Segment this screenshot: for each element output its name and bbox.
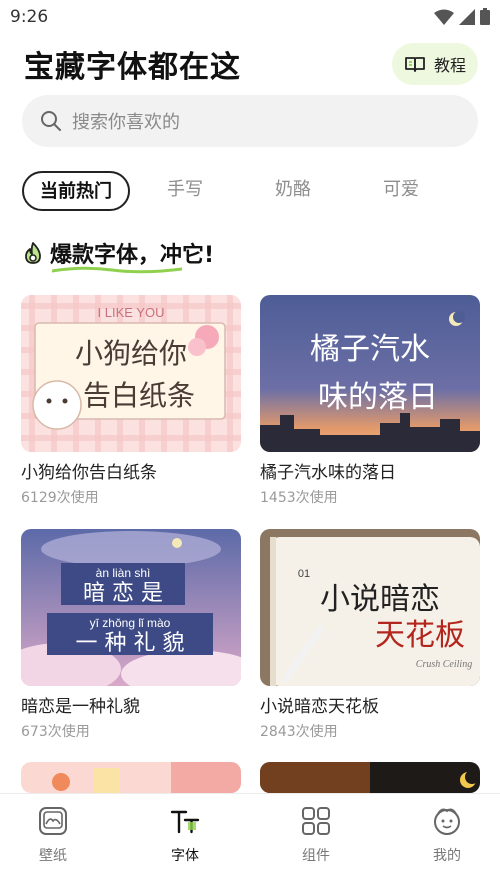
tab-cheese[interactable]: 奶酪	[256, 171, 330, 211]
font-icon	[170, 810, 200, 834]
font-card-title: 小狗给你告白纸条	[21, 463, 157, 483]
tab-cute[interactable]: 可爱	[364, 171, 438, 211]
nav-font[interactable]: 字体	[145, 804, 225, 865]
tab-handwriting[interactable]: 手写	[148, 171, 222, 211]
art-signature: Crush Ceiling	[416, 659, 472, 670]
widget-icon	[302, 807, 330, 835]
tutorial-label: 教程	[433, 56, 466, 75]
font-card-title: 小说暗恋天花板	[260, 697, 379, 717]
art-line-1: 小说暗恋	[320, 582, 440, 617]
font-card-usage: 673次使用	[21, 724, 90, 740]
status-time: 9:26	[10, 7, 49, 27]
section-underline	[52, 266, 182, 274]
font-card[interactable]: I LIKE YOU 小狗给你 告白纸条 小狗给你告白纸条 6129次使用	[21, 295, 241, 507]
page-title: 宝藏字体都在这	[24, 50, 241, 85]
nav-profile[interactable]: 我的	[407, 804, 487, 865]
font-card-usage: 1453次使用	[260, 490, 338, 506]
section-heading: 爆款字体，冲它!	[22, 236, 214, 274]
font-preview-image	[260, 762, 480, 793]
art-pinyin-1: àn liàn shì	[96, 566, 151, 580]
font-card[interactable]: àn liàn shì 暗 恋 是 yī zhǒng lǐ mào 一 种 礼 …	[21, 529, 241, 741]
art-line-1: 橘子汽水	[310, 332, 430, 367]
nav-wallpaper-label: 壁纸	[39, 848, 67, 864]
art-line-1: 暗 恋 是	[83, 581, 163, 606]
art-banner: I LIKE YOU	[98, 305, 165, 320]
signal-icon	[459, 9, 475, 25]
category-tabs: 当前热门 手写 奶酪 可爱	[22, 171, 478, 211]
art-line-1: 小狗给你	[75, 337, 187, 370]
section-title: 爆款字体，冲它!	[50, 237, 214, 274]
font-preview-image: I LIKE YOU 小狗给你 告白纸条	[21, 295, 241, 452]
nav-wallpaper[interactable]: 壁纸	[13, 804, 93, 865]
font-preview-image: 01 小说暗恋 天花板 Crush Ceiling	[260, 529, 480, 686]
font-preview-image: 橘子汽水 味的落日	[260, 295, 480, 452]
search-icon	[41, 111, 61, 131]
font-preview-image	[21, 762, 241, 793]
search-input[interactable]: 搜索你喜欢的	[22, 95, 478, 147]
status-bar: 9:26	[0, 0, 500, 34]
font-card-usage: 2843次使用	[260, 724, 338, 740]
font-card-title: 暗恋是一种礼貌	[21, 697, 140, 717]
nav-profile-label: 我的	[433, 848, 461, 864]
nav-font-label: 字体	[171, 848, 199, 864]
search-placeholder: 搜索你喜欢的	[72, 112, 180, 133]
art-badge: 01	[298, 568, 310, 580]
art-line-2: 味的落日	[318, 380, 438, 415]
tutorial-button[interactable]: 教程	[392, 43, 478, 85]
font-card-usage: 6129次使用	[21, 490, 99, 506]
nav-widget[interactable]: 组件	[276, 804, 356, 865]
nav-widget-label: 组件	[302, 848, 330, 864]
status-icons	[434, 8, 490, 25]
font-card[interactable]: 01 小说暗恋 天花板 Crush Ceiling 小说暗恋天花板 2843次使…	[260, 529, 480, 741]
art-line-2: 天花板	[375, 618, 465, 653]
art-pinyin-2: yī zhǒng lǐ mào	[90, 616, 171, 630]
bottom-nav: 壁纸 字体 组件 我的	[0, 793, 500, 888]
art-line-2: 告白纸条	[83, 379, 195, 412]
book-icon	[405, 57, 425, 72]
art-line-2: 一 种 礼 貌	[76, 631, 185, 656]
wallpaper-icon	[39, 807, 67, 835]
font-card[interactable]	[260, 762, 480, 793]
wifi-icon	[434, 9, 454, 25]
font-card-title: 橘子汽水味的落日	[260, 463, 396, 483]
tab-hot[interactable]: 当前热门	[22, 171, 130, 211]
font-card[interactable]	[21, 762, 241, 793]
font-card[interactable]: 橘子汽水 味的落日 橘子汽水味的落日 1453次使用	[260, 295, 480, 507]
font-preview-image: àn liàn shì 暗 恋 是 yī zhǒng lǐ mào 一 种 礼 …	[21, 529, 241, 686]
profile-icon	[434, 808, 460, 835]
flame-icon	[25, 242, 41, 264]
battery-icon	[480, 8, 490, 25]
